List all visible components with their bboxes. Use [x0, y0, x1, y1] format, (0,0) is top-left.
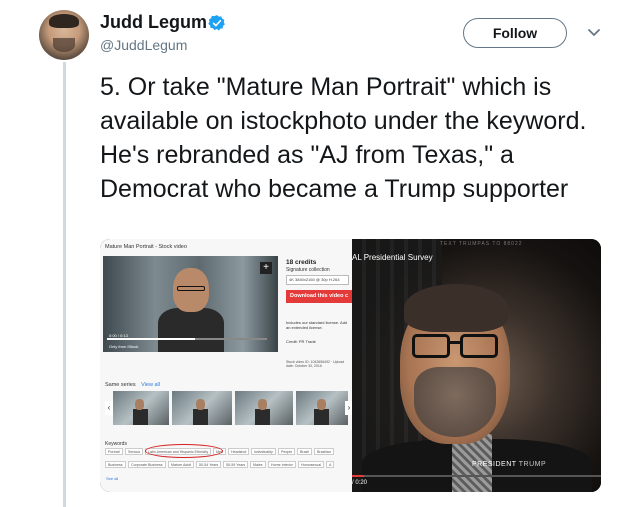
- keyword-chip: 55-59 Years: [223, 461, 249, 468]
- stock-video-preview: + 0:00 / 0:13 Only from iStock: [103, 256, 278, 352]
- keyword-chip: Serious: [125, 448, 144, 455]
- highlight-circle: [145, 444, 223, 458]
- avatar-beard: [53, 38, 75, 52]
- see-all-link: See all: [106, 476, 119, 481]
- view-all-link: View all: [141, 382, 160, 388]
- resolution-select: 4K 3840x2160 @ 30p H.264: [286, 275, 349, 285]
- keyword-chip: Business: [105, 461, 126, 468]
- chevron-down-icon[interactable]: [584, 22, 604, 42]
- lower-third-name: TRUMP: [518, 461, 547, 468]
- tweet-text: 5. Or take "Mature Man Portrait" which i…: [100, 73, 587, 203]
- keyword-chip: A: [326, 461, 335, 468]
- keywords-label: Keywords: [105, 441, 127, 447]
- video-progress-fill: [107, 338, 195, 340]
- stock-page-title: Mature Man Portrait - Stock video: [105, 244, 187, 250]
- keyword-chip: Individuality: [251, 448, 276, 455]
- video-progress-fill: [352, 475, 365, 477]
- video-subject-body: [158, 308, 224, 352]
- verified-badge-icon: [208, 15, 225, 31]
- video-note: Only from iStock: [109, 344, 139, 349]
- video-time: 0:00 / 0:13: [109, 333, 128, 338]
- avatar[interactable]: [39, 10, 89, 60]
- download-button: Download this video c: [286, 290, 352, 303]
- keyword-chip: Corporate Business: [128, 461, 166, 468]
- keyword-chip: People: [278, 448, 296, 455]
- credits-label: 18 credits: [286, 259, 317, 266]
- series-thumbnail: [235, 391, 293, 425]
- keyword-chip: 50-54 Years: [196, 461, 222, 468]
- license-text: Includes our standard license. Add an ex…: [286, 320, 348, 330]
- video-subject-glasses: [177, 286, 205, 291]
- lower-third-title: PRESIDENT: [472, 461, 517, 468]
- keyword-chip: Brazil: [297, 448, 312, 455]
- stock-id-text: Stock video ID: 1042656492 · Upload date…: [286, 360, 345, 368]
- video-duration: / 0:20: [352, 480, 368, 486]
- follow-button[interactable]: Follow: [463, 18, 567, 48]
- keyword-chip: Males: [250, 461, 266, 468]
- keyword-chip: Headshot: [228, 448, 250, 455]
- istock-screenshot[interactable]: Mature Man Portrait - Stock video + 0:00…: [100, 239, 353, 492]
- chevron-left-icon: ‹: [105, 401, 113, 415]
- credit-text: Credit: PR Trade: [286, 339, 316, 344]
- user-handle[interactable]: @JuddLegum: [100, 37, 187, 53]
- thread-connector-line: [63, 62, 66, 507]
- same-series-label: Same series View all: [105, 382, 160, 388]
- keyword-chip: Mature Adult: [168, 461, 195, 468]
- subject-hair: [404, 284, 508, 332]
- collection-label: Signature collection: [286, 267, 330, 273]
- avatar-hair: [49, 14, 79, 28]
- keyword-chip: Home Interior: [268, 461, 296, 468]
- glasses-right-lens: [460, 334, 498, 358]
- keyword-chip: Brazilian: [314, 448, 334, 455]
- survey-label: AL Presidential Survey: [352, 253, 433, 262]
- series-thumbnail: [113, 391, 169, 425]
- campaign-video-frame[interactable]: TEXT TRUMPAS TO 88022 AL Presidential Su…: [352, 239, 601, 492]
- video-progress-track[interactable]: [352, 475, 601, 477]
- subject-beard: [414, 367, 496, 437]
- keyword-chip: Homosexual: [298, 461, 324, 468]
- series-thumbnail: [172, 391, 232, 425]
- display-name[interactable]: Judd Legum: [100, 12, 207, 33]
- lower-third: PRESIDENT TRUMP: [472, 461, 546, 468]
- video-ticker: TEXT TRUMPAS TO 88022: [440, 241, 523, 247]
- tweet-media[interactable]: Mature Man Portrait - Stock video + 0:00…: [100, 239, 601, 492]
- keyword-chip: Portrait: [105, 448, 123, 455]
- series-thumbnail: [296, 391, 348, 425]
- add-icon: +: [260, 262, 272, 274]
- glasses-left-lens: [412, 334, 450, 358]
- same-series-thumbnails: ‹ ›: [105, 391, 353, 425]
- same-series-title: Same series: [105, 382, 136, 388]
